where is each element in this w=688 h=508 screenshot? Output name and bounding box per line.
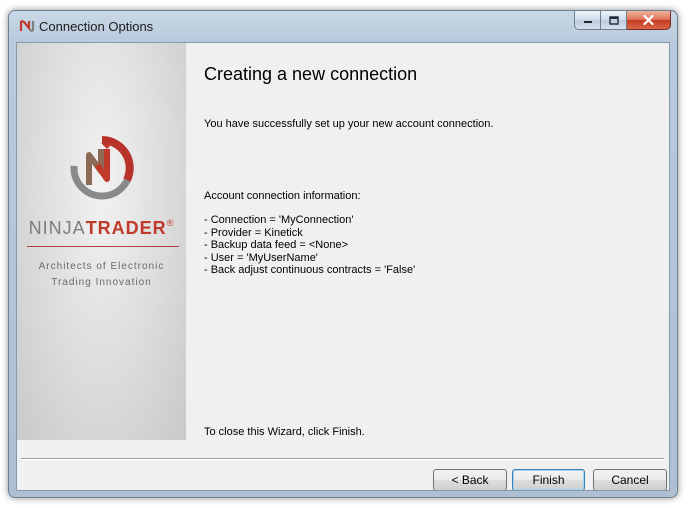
minimize-button[interactable] [574,11,601,30]
brand-divider [27,246,179,247]
info-item-back-adjust: - Back adjust continuous contracts = 'Fa… [204,264,416,276]
info-item-backup-feed: - Backup data feed = <None> [204,239,349,251]
connection-options-window: Connection Options NINJATRADER® Architec… [8,10,678,498]
window-title: Connection Options [39,19,154,34]
success-message: You have successfully set up your new ac… [204,118,494,130]
cancel-button[interactable]: Cancel [593,469,667,490]
brand-second-word: TRADER [85,218,167,238]
caption-buttons [574,11,671,31]
tagline-line-1: Architects of Electronic [38,261,165,272]
wizard-client-area: NINJATRADER® Architects of Electronic Tr… [16,42,670,491]
info-item-connection: - Connection = 'MyConnection' [204,214,354,226]
finish-hint: To close this Wizard, click Finish. [204,426,365,438]
maximize-button[interactable] [601,11,627,30]
brand-side-panel: NINJATRADER® Architects of Electronic Tr… [17,43,186,440]
connection-info-heading: Account connection information: [204,190,361,202]
button-separator [21,458,664,460]
close-button[interactable] [627,11,671,30]
info-item-user: - User = 'MyUserName' [204,251,318,264]
page-title: Creating a new connection [204,64,418,84]
ninjatrader-logo-icon [19,20,35,32]
connection-info-list: - Connection = 'MyConnection' - Provider… [204,214,415,277]
back-button[interactable]: < Back [433,469,507,490]
info-item-provider: - Provider = Kinetick [204,226,303,239]
title-bar[interactable]: Connection Options [9,11,677,42]
ninjatrader-logo [70,136,134,200]
registered-mark: ® [166,218,175,228]
maximize-icon [608,15,619,25]
brand-wordmark: NINJATRADER® [17,218,186,239]
finish-button[interactable]: Finish [512,469,585,490]
minimize-icon [583,21,592,23]
brand-first-word: NINJA [28,218,86,238]
tagline-line-2: Trading Innovation [51,277,152,288]
close-icon [643,15,654,25]
